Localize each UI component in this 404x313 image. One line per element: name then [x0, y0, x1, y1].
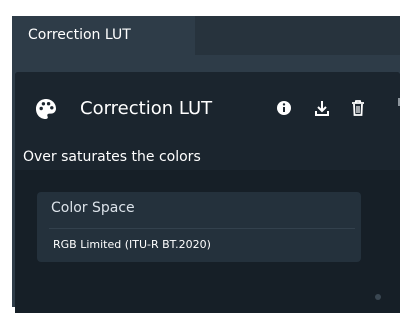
card-header: Correction LUT Over saturates the colors — [15, 72, 400, 170]
info-icon[interactable] — [275, 98, 293, 118]
palette-icon — [35, 98, 57, 120]
lut-description: Over saturates the colors — [23, 149, 201, 165]
color-space-value: RGB Limited (ITU-R BT.2020) — [53, 238, 211, 251]
lut-panel: Correction LUT Correction LUT Over satur… — [12, 16, 400, 313]
scrollbar-handle[interactable] — [398, 98, 400, 106]
tab-correction-lut[interactable]: Correction LUT — [12, 16, 195, 55]
status-dot — [375, 294, 381, 300]
trash-icon[interactable] — [349, 98, 367, 118]
color-space-label: Color Space — [51, 200, 135, 216]
correction-lut-card: Correction LUT Over saturates the colors… — [15, 72, 400, 313]
color-space-divider — [49, 228, 355, 229]
download-icon[interactable] — [313, 98, 331, 118]
card-title: Correction LUT — [80, 98, 213, 119]
color-space-section: Color Space RGB Limited (ITU-R BT.2020) — [37, 192, 361, 262]
tab-strip: Correction LUT — [12, 16, 400, 55]
